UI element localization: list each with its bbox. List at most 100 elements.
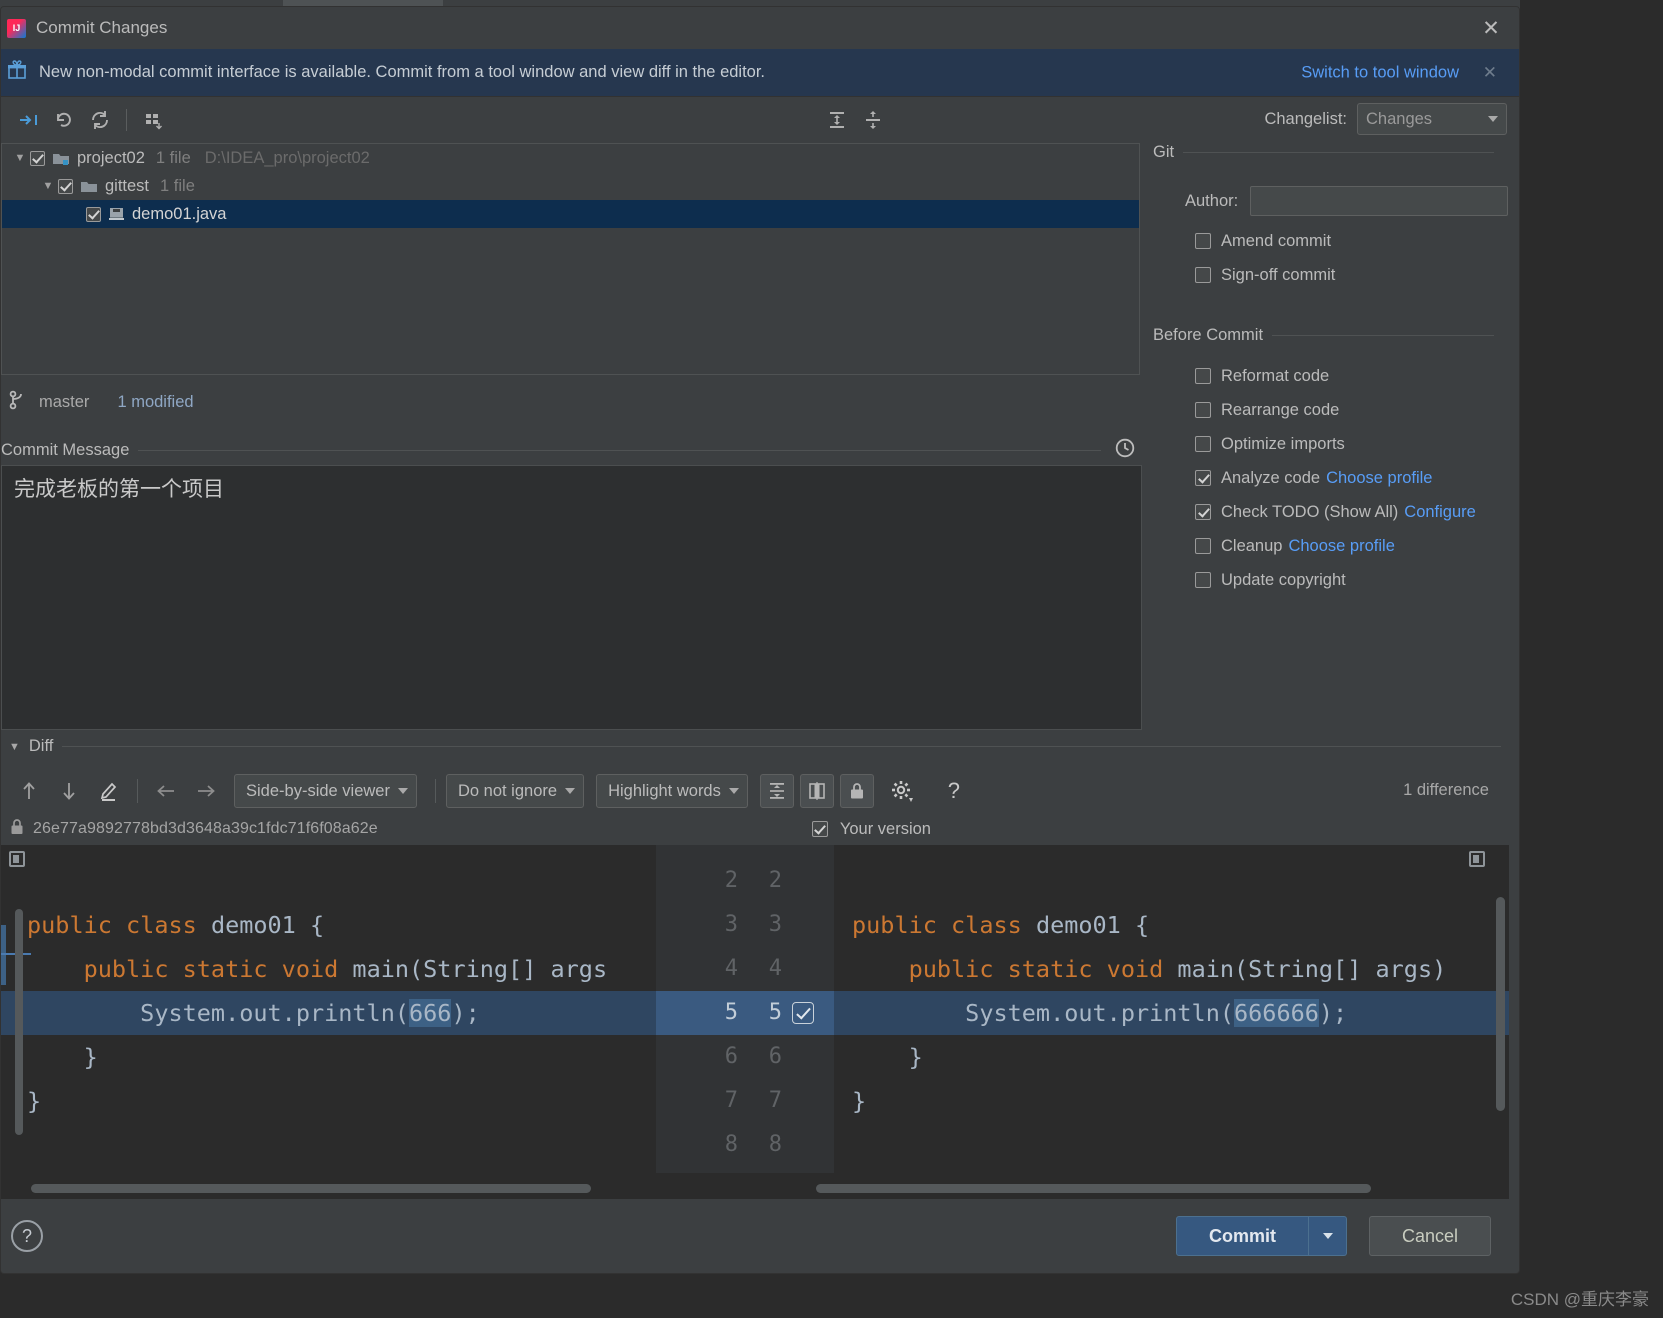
whitespace-select[interactable]: Do not ignore [445,774,585,808]
chevron-down-icon [397,788,408,794]
whitespace-value: Do not ignore [457,781,558,800]
chevron-down-icon[interactable]: ▼ [38,180,58,192]
check-todo-checkbox[interactable] [1195,504,1211,520]
arrow-down-icon[interactable] [51,775,87,807]
amend-commit-option[interactable]: Amend commit [1153,224,1508,258]
close-icon[interactable]: ✕ [1477,15,1505,41]
analyze-code-checkbox[interactable] [1195,470,1211,486]
apply-change-checkbox[interactable] [792,1002,814,1024]
line-number-left: 3 [724,912,738,937]
help-button[interactable]: ? [11,1220,43,1252]
chevron-down-icon[interactable]: ▼ [10,152,30,164]
commit-button[interactable]: Commit [1176,1216,1309,1256]
before-commit-section-title: Before Commit [1153,326,1264,344]
code-line: public static void main(String[] args) [908,955,1447,983]
rearrange-code-option[interactable]: Rearrange code [1153,393,1508,427]
arrow-right-icon[interactable] [188,775,224,807]
diff-pane-left[interactable]: public class demo01 { public static void… [1,845,656,1173]
update-copyright-option[interactable]: Update copyright [1153,563,1508,597]
gutter-row: 2 2 [656,859,834,903]
collapse-unchanged-icon[interactable] [759,774,794,808]
line-number-left: 4 [724,956,738,981]
author-field[interactable] [1250,186,1508,216]
banner-close-icon[interactable]: ✕ [1483,63,1497,83]
code-line: } [27,1087,42,1115]
table-row[interactable]: ▼ project02 1 file D:\IDEA_pro\project02 [2,144,1139,172]
sign-off-commit-option[interactable]: Sign-off commit [1153,258,1508,292]
commit-message-input[interactable]: 完成老板的第一个项目 [1,465,1142,730]
commit-dropdown-button[interactable] [1309,1216,1347,1256]
analyze-code-option[interactable]: Analyze code Choose profile [1153,461,1508,495]
dialog-title: Commit Changes [36,18,168,37]
toolbar-divider [137,779,138,803]
cleanup-profile-link[interactable]: Choose profile [1288,537,1394,556]
revision-hash: 26e77a9892778bd3d3648a39c1fdc71f6f08a62e [33,820,378,837]
cleanup-option[interactable]: Cleanup Choose profile [1153,529,1508,563]
diff-pane-right[interactable]: public class demo01 { public static void… [834,845,1509,1173]
update-copyright-label: Update copyright [1221,570,1346,589]
check-todo-configure-link[interactable]: Configure [1404,503,1476,522]
row-checkbox[interactable] [58,178,73,194]
tree-item-name: gittest [105,176,150,195]
amend-commit-checkbox[interactable] [1195,233,1211,249]
left-hscrollbar[interactable] [31,1183,591,1193]
gift-icon [7,60,27,85]
author-row: Author: [1153,186,1508,216]
revert-icon[interactable] [47,104,81,136]
right-hscrollbar[interactable] [816,1183,1371,1193]
gear-icon[interactable] [884,775,920,807]
tree-item-meta: 1 file [160,176,195,195]
reformat-code-option[interactable]: Reformat code [1153,359,1508,393]
question-icon[interactable]: ? [936,775,972,807]
left-scrollbar[interactable] [15,909,23,1135]
line-number-right: 4 [768,956,782,981]
your-version-checkbox[interactable] [811,821,828,837]
banner-message: New non-modal commit interface is availa… [39,63,766,81]
module-folder-icon [52,151,70,166]
diff-editor: public class demo01 { public static void… [1,845,1509,1173]
table-row[interactable]: ▼ gittest 1 file [2,172,1139,200]
cleanup-checkbox[interactable] [1195,538,1211,554]
optimize-imports-option[interactable]: Optimize imports [1153,427,1508,461]
git-branch-icon [9,390,27,415]
pencil-icon[interactable] [91,775,127,807]
optimize-imports-checkbox[interactable] [1195,436,1211,452]
arrow-left-icon[interactable] [148,775,184,807]
code-line: } [27,1043,98,1071]
refresh-icon[interactable] [83,104,117,136]
check-todo-option[interactable]: Check TODO (Show All) Configure [1153,495,1508,529]
right-scrollbar[interactable] [1496,897,1505,1111]
gutter-row: 3 3 [656,903,834,947]
highlight-mode-select[interactable]: Highlight words [596,774,748,808]
compare-columns-icon[interactable] [799,774,834,808]
collapse-all-icon[interactable] [856,104,890,136]
code-line: public class demo01 { [27,911,325,939]
lock-icon[interactable] [839,774,874,808]
update-copyright-checkbox[interactable] [1195,572,1211,588]
chevron-down-icon[interactable]: ▼ [9,741,20,753]
row-checkbox[interactable] [86,206,101,222]
your-version-control: Your version [811,820,931,839]
toolbar-divider [126,109,127,131]
table-row[interactable]: demo01.java [2,200,1139,228]
background-bottom [0,1270,1663,1318]
viewer-mode-select[interactable]: Side-by-side viewer [234,774,417,808]
cancel-button[interactable]: Cancel [1368,1216,1491,1256]
rearrange-code-checkbox[interactable] [1195,402,1211,418]
reformat-code-checkbox[interactable] [1195,368,1211,384]
clock-icon[interactable] [1114,437,1136,464]
arrow-up-icon[interactable] [11,775,47,807]
commit-changes-dialog: Commit Changes ✕ New non-modal commit in… [0,6,1520,1274]
changelist-select[interactable]: Changes [1357,103,1507,135]
collapse-expand-icon[interactable] [11,104,45,136]
expand-all-icon[interactable] [820,104,854,136]
row-checkbox[interactable] [30,150,45,166]
group-by-icon[interactable] [136,104,170,136]
sign-off-commit-checkbox[interactable] [1195,267,1211,283]
analyze-code-profile-link[interactable]: Choose profile [1326,469,1432,488]
git-section-header: Git [1153,143,1508,162]
changes-tree[interactable]: ▼ project02 1 file D:\IDEA_pro\project02… [1,143,1140,375]
intellij-idea-logo-icon [7,18,26,38]
switch-to-tool-window-link[interactable]: Switch to tool window [1301,63,1459,82]
